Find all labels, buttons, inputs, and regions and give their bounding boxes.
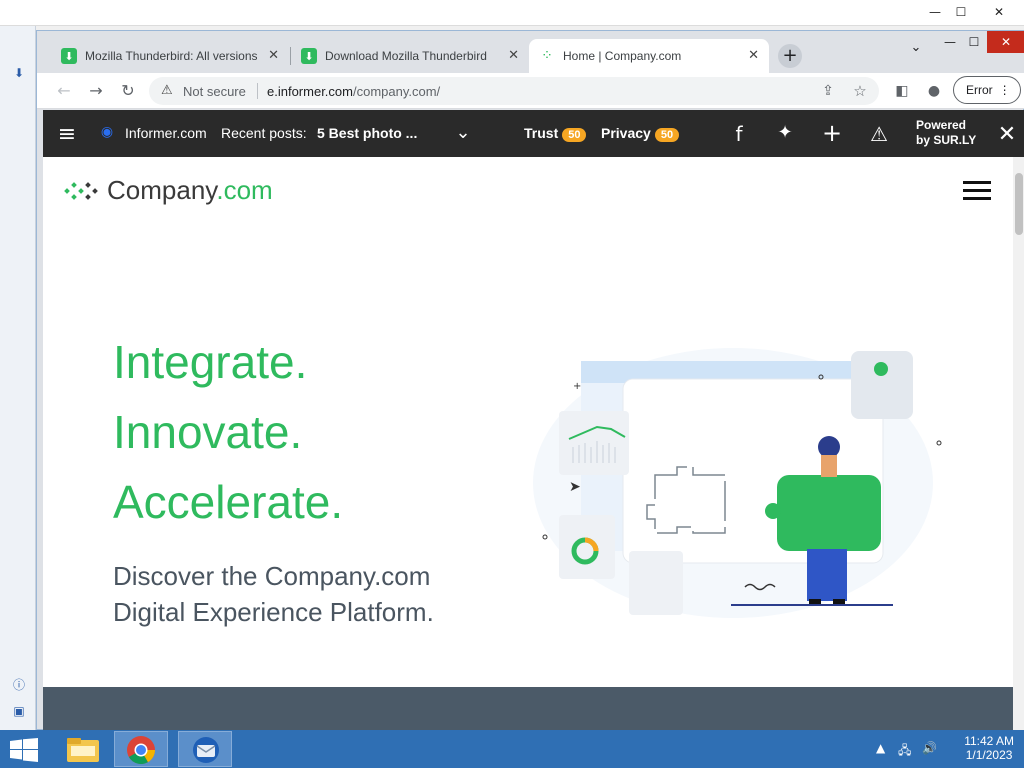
chrome-taskbar-button[interactable] [114, 731, 168, 767]
maximize-icon[interactable]: ☐ [957, 31, 991, 53]
clock-date: 1/1/2023 [965, 748, 1013, 762]
tab-title: Mozilla Thunderbird: All versions [85, 49, 257, 63]
logo-text: Company.com [107, 175, 273, 206]
menu-icon[interactable]: ≡ [55, 122, 79, 147]
trust-badge[interactable]: Trust 50 [524, 125, 587, 142]
recent-post-link[interactable]: 5 Best photo ... [317, 125, 417, 141]
error-label: Error [966, 83, 993, 97]
privacy-label: Privacy [601, 125, 651, 141]
company-logo-icon [64, 181, 98, 200]
info-icon[interactable]: ⓘ [10, 676, 28, 694]
vertical-scrollbar[interactable] [1013, 157, 1024, 731]
download-icon: ⬇ [301, 48, 317, 64]
volume-icon[interactable]: 🔊 [922, 741, 937, 755]
facebook-icon[interactable]: f [727, 122, 751, 146]
side-panel-icon[interactable]: ◧ [891, 81, 913, 101]
privacy-badge[interactable]: Privacy 50 [601, 125, 680, 142]
hero-illustration: ➤ + [533, 348, 942, 618]
url-host: e.informer.com [267, 84, 353, 99]
windows-start-icon[interactable] [10, 738, 38, 762]
forward-icon[interactable]: → [85, 81, 107, 101]
close-icon[interactable]: ✕ [748, 48, 759, 63]
windows-icon[interactable]: ▣ [10, 702, 28, 720]
taskbar: ▲ 🖧 🔊 11:42 AM 1/1/2023 [0, 730, 1024, 768]
powered-by-line: by SUR.LY [916, 133, 977, 147]
address-bar[interactable]: ⚠ Not secure e.informer.com/company.com/… [149, 77, 879, 105]
trust-score: 50 [562, 128, 587, 142]
tab-download-thunderbird[interactable]: ⬇ Download Mozilla Thunderbird ✕ [291, 39, 529, 73]
url-text[interactable]: e.informer.com/company.com/ [267, 84, 440, 99]
informer-site-link[interactable]: Informer.com [125, 125, 207, 141]
chevron-down-icon[interactable]: ⌄ [899, 37, 933, 59]
tab-title: Download Mozilla Thunderbird [325, 49, 487, 63]
privacy-score: 50 [654, 128, 680, 142]
chrome-icon [127, 736, 155, 764]
logo-suffix: .com [216, 175, 273, 205]
hamburger-menu-icon[interactable] [963, 181, 991, 201]
warning-icon[interactable]: ⚠ [161, 83, 173, 98]
background-titlebar: — ☐ ✕ [0, 0, 1024, 26]
network-icon[interactable]: 🖧 [898, 741, 911, 762]
url-path: /company.com/ [352, 84, 441, 99]
divider [257, 83, 258, 99]
subline-discover: Discover the Company.com [113, 561, 431, 591]
recent-posts-label: Recent posts: [221, 125, 307, 141]
back-icon[interactable]: ← [53, 81, 75, 101]
close-icon[interactable]: ✕ [984, 3, 1014, 21]
close-icon[interactable]: ✕ [508, 48, 519, 63]
tab-title: Home | Company.com [563, 49, 682, 63]
headline-accelerate: Accelerate. [113, 476, 344, 528]
download-icon: ⬇ [61, 48, 77, 64]
download-icon[interactable]: ⬇ [10, 64, 28, 82]
company-logo[interactable]: Company.com [63, 175, 273, 206]
plus-icon[interactable]: + [820, 119, 844, 147]
tab-company-home[interactable]: ⁘ Home | Company.com ✕ [529, 39, 769, 73]
close-icon[interactable]: ✕ [268, 48, 279, 63]
trust-label: Trust [524, 125, 559, 141]
background-sidebar: ⬇ ⓘ ▣ [0, 26, 36, 730]
informer-bar: ≡ ◉ Informer.com Recent posts: 5 Best ph… [43, 110, 1024, 157]
warning-icon[interactable]: ⚠ [867, 122, 891, 146]
page-content: Company.com Integrate. Innovate. Acceler… [43, 157, 1013, 731]
browser-toolbar: ← → ↻ ⚠ Not secure e.informer.com/compan… [37, 73, 1024, 109]
close-icon[interactable]: ✕ [987, 31, 1024, 53]
scrollbar-thumb[interactable] [1015, 173, 1023, 235]
powered-by-surly[interactable]: Powered by SUR.LY [916, 118, 976, 148]
file-explorer-taskbar-button[interactable] [56, 731, 110, 767]
headline-innovate: Innovate. [113, 406, 303, 458]
tab-thunderbird-versions[interactable]: ⬇ Mozilla Thunderbird: All versions ✕ [51, 39, 289, 73]
informer-logo-icon: ◉ [100, 124, 114, 140]
footer-band [43, 687, 1013, 731]
new-tab-button[interactable]: + [778, 44, 802, 68]
svg-text:➤: ➤ [569, 479, 581, 495]
clock-time: 11:42 AM [964, 734, 1014, 748]
more-icon: ⋮ [998, 83, 1011, 97]
tab-strip: ⬇ Mozilla Thunderbird: All versions ✕ ⬇ … [37, 31, 1024, 73]
subline-platform: Digital Experience Platform. [113, 597, 434, 627]
error-button[interactable]: Error ⋮ [953, 76, 1021, 104]
headline-integrate: Integrate. [113, 336, 308, 388]
close-icon[interactable]: ✕ [995, 122, 1019, 147]
reload-icon[interactable]: ↻ [117, 81, 139, 101]
thunderbird-taskbar-button[interactable] [178, 731, 232, 767]
maximize-icon[interactable]: ☐ [946, 3, 976, 21]
chevron-down-icon[interactable]: ⌄ [451, 122, 475, 143]
share-icon[interactable]: ⇪ [817, 81, 839, 101]
star-icon[interactable]: ☆ [849, 81, 871, 101]
thunderbird-icon [193, 737, 219, 763]
twitter-icon[interactable]: ✦ [773, 122, 797, 143]
browser-window: ⬇ Mozilla Thunderbird: All versions ✕ ⬇ … [36, 30, 1024, 731]
company-logo-icon: ⁘ [541, 48, 553, 64]
security-label[interactable]: Not secure [183, 84, 246, 99]
powered-line: Powered [916, 118, 967, 132]
clock[interactable]: 11:42 AM 1/1/2023 [964, 734, 1014, 762]
logo-main: Company [107, 175, 217, 205]
folder-icon [67, 738, 99, 762]
profile-icon[interactable]: ● [923, 81, 945, 101]
chevron-up-icon[interactable]: ▲ [876, 741, 885, 755]
svg-text:+: + [573, 381, 581, 392]
